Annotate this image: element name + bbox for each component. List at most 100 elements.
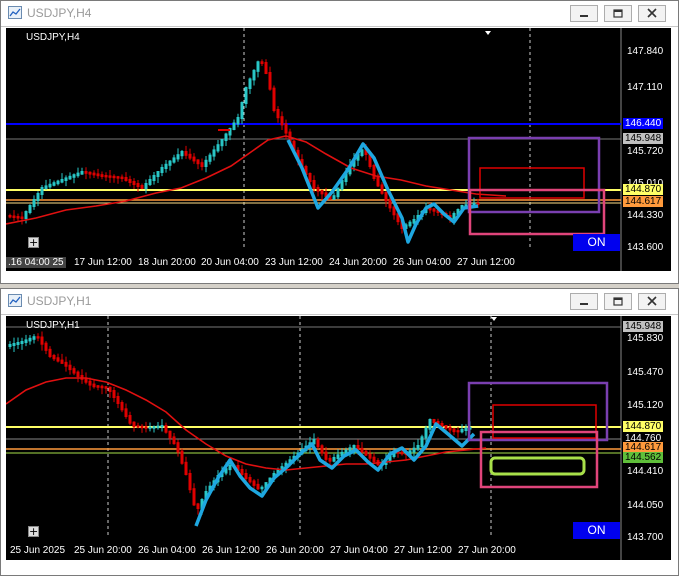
candle-body	[132, 181, 136, 185]
price-tick: 144.330	[627, 210, 664, 221]
candle-body	[452, 428, 456, 433]
price-tick: 147.110	[627, 82, 663, 93]
candle-body	[52, 182, 56, 186]
candle-body	[156, 171, 160, 177]
time-tick: 26 Jun 04:00	[393, 257, 451, 268]
candle-body	[168, 430, 172, 439]
candle-body	[408, 221, 412, 227]
price-tag-yellow: 144.870	[623, 184, 664, 195]
candle-body	[380, 184, 384, 194]
price-tick: 145.830	[627, 333, 664, 344]
candle-body	[128, 179, 132, 183]
minimize-button[interactable]	[570, 293, 598, 310]
time-tick: 26 Jun 04:00	[138, 545, 196, 556]
zone-box-purple[interactable]	[467, 136, 601, 214]
candle-body	[176, 442, 180, 453]
candle-body	[164, 425, 168, 433]
time-tick: 27 Jun 12:00	[394, 545, 452, 556]
candle-body	[84, 171, 88, 174]
candle-body	[72, 174, 76, 178]
price-tag-orange: 144.617	[623, 196, 664, 207]
maximize-button[interactable]	[604, 5, 632, 22]
close-button[interactable]	[638, 5, 666, 22]
candle-body	[332, 195, 336, 200]
on-button[interactable]: ON	[573, 522, 620, 539]
candle-body	[60, 359, 64, 364]
candle-body	[432, 208, 436, 212]
candle-body	[140, 425, 144, 429]
chart-canvas	[6, 28, 622, 271]
candle-body	[244, 473, 248, 479]
candle-body	[28, 205, 32, 213]
window-titlebar[interactable]: USDJPY,H1	[1, 289, 678, 315]
time-tick: 26 Jun 20:00	[266, 545, 324, 556]
candle-body	[216, 144, 220, 152]
window-title: USDJPY,H4	[27, 6, 92, 20]
price-chart-h4[interactable]: USDJPY,H4 + 147.840 147.110 145.720 145.…	[6, 28, 671, 271]
price-tick: 145.720	[627, 146, 664, 157]
time-tick: 27 Jun 20:00	[458, 545, 516, 556]
candle-body	[184, 461, 188, 475]
candle-body	[96, 173, 100, 177]
candle-body	[268, 72, 272, 90]
maximize-button[interactable]	[604, 293, 632, 310]
candle-body	[420, 436, 424, 447]
candle-body	[460, 429, 464, 433]
candle-body	[236, 117, 240, 125]
chart-window-icon	[8, 6, 22, 19]
price-tag-blue: 146.440	[623, 118, 664, 129]
candle-body	[76, 172, 80, 177]
time-tick: 24 Jun 20:00	[329, 257, 387, 268]
candle-body	[152, 426, 156, 429]
candle-body	[464, 427, 468, 431]
candle-body	[52, 355, 56, 360]
candle-body	[196, 159, 200, 165]
candle-body	[400, 451, 404, 455]
symbol-label: USDJPY,H1	[26, 320, 80, 331]
one-click-trading-toggle[interactable]: +	[28, 237, 39, 248]
candle-body	[272, 87, 276, 111]
candle-body	[92, 383, 96, 388]
candle-body	[72, 368, 76, 374]
time-tick: 20 Jun 04:00	[201, 257, 259, 268]
candle-body	[132, 421, 136, 428]
candle-body	[40, 187, 44, 195]
minimize-button[interactable]	[570, 5, 598, 22]
candle-body	[252, 480, 256, 486]
candle-body	[140, 185, 144, 189]
candle-body	[108, 175, 112, 178]
price-chart-h1[interactable]: USDJPY,H1 + 145.830 145.470 145.120 144.…	[6, 316, 671, 560]
zone-box-red[interactable]	[479, 167, 585, 199]
candle-body	[424, 427, 428, 439]
chart-window-h4[interactable]: USDJPY,H4 USDJPY,H4 + 147.840 147.110 14…	[0, 0, 679, 284]
price-tick: 143.600	[627, 242, 664, 253]
candle-body	[124, 177, 128, 181]
close-button[interactable]	[638, 293, 666, 310]
candles	[8, 331, 472, 515]
candle-body	[96, 385, 100, 388]
candle-body	[204, 159, 208, 167]
candle-body	[56, 357, 60, 362]
candle-body	[384, 191, 388, 202]
time-tick: .16 04:00 25	[6, 257, 66, 268]
candle-body	[24, 339, 28, 343]
candle-body	[16, 216, 20, 219]
chart-window-h1[interactable]: USDJPY,H1 USDJPY,H1 + 145.830 145.470 14…	[0, 288, 679, 576]
candle-body	[284, 123, 288, 134]
on-button[interactable]: ON	[573, 234, 620, 251]
price-tick: 145.120	[627, 400, 664, 411]
time-tick: 17 Jun 12:00	[74, 257, 132, 268]
candle-body	[156, 425, 160, 429]
candle-body	[60, 179, 64, 183]
window-titlebar[interactable]: USDJPY,H4	[1, 1, 678, 27]
candle-body	[164, 163, 168, 169]
candle-body	[160, 425, 164, 428]
candle-body	[36, 193, 40, 201]
candle-body	[188, 153, 192, 159]
zone-box-green[interactable]	[489, 456, 586, 476]
one-click-trading-toggle[interactable]: +	[28, 526, 39, 537]
candle-body	[12, 215, 16, 218]
candle-body	[260, 486, 264, 490]
price-tick: 143.700	[627, 532, 664, 543]
candle-body	[104, 386, 108, 389]
